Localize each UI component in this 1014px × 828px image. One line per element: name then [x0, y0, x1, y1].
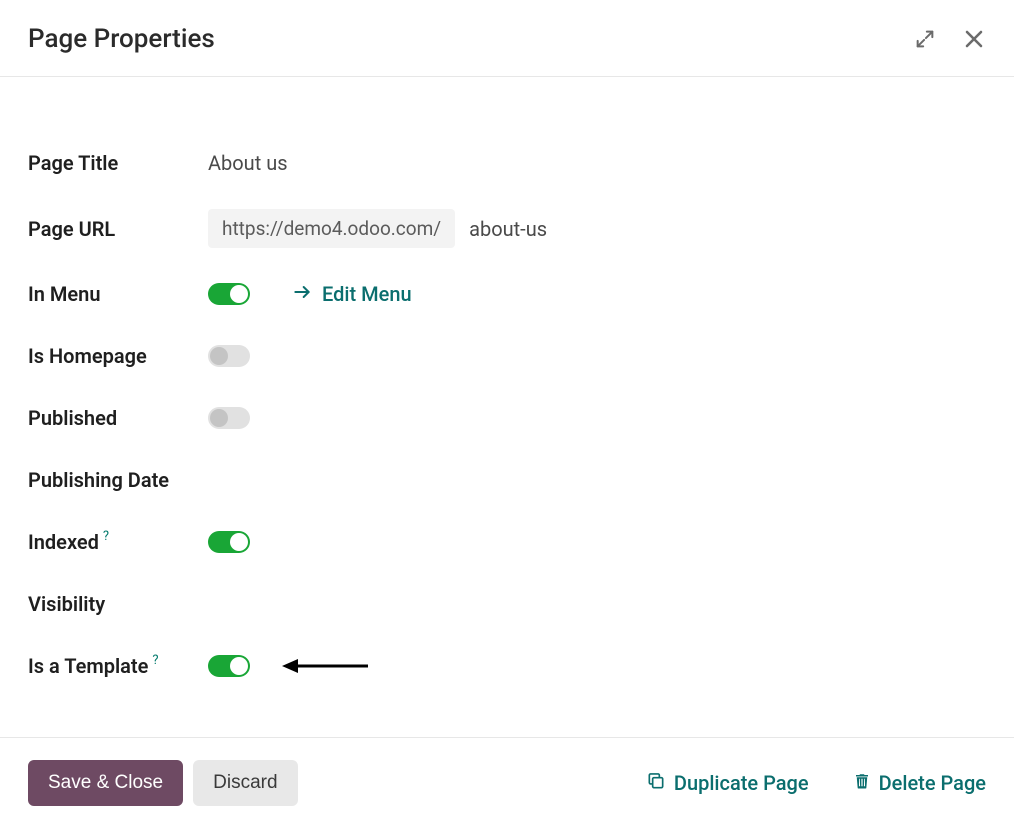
label-indexed-text: Indexed — [28, 530, 99, 554]
header-actions — [914, 27, 986, 51]
value-page-title[interactable]: About us — [208, 151, 288, 175]
toggle-in-menu[interactable] — [208, 283, 250, 305]
duplicate-page-link[interactable]: Duplicate Page — [646, 771, 809, 796]
label-is-homepage: Is Homepage — [28, 344, 208, 368]
row-is-homepage: Is Homepage — [28, 340, 986, 372]
label-page-title: Page Title — [28, 151, 208, 175]
close-icon[interactable] — [962, 27, 986, 51]
row-page-url: Page URL https://demo4.odoo.com/ about-u… — [28, 209, 986, 248]
url-prefix: https://demo4.odoo.com/ — [208, 209, 455, 248]
url-slug-input[interactable]: about-us — [469, 217, 547, 241]
help-icon[interactable]: ? — [152, 653, 158, 668]
label-in-menu: In Menu — [28, 282, 208, 306]
label-indexed: Indexed ? — [28, 530, 208, 554]
toggle-is-homepage[interactable] — [208, 345, 250, 367]
label-visibility: Visibility — [28, 592, 208, 616]
row-is-template: Is a Template ? — [28, 650, 986, 682]
toggle-published[interactable] — [208, 407, 250, 429]
label-publishing-date: Publishing Date — [28, 468, 208, 492]
edit-menu-link[interactable]: Edit Menu — [292, 282, 412, 307]
edit-menu-label: Edit Menu — [322, 282, 412, 306]
row-in-menu: In Menu Edit Menu — [28, 278, 986, 310]
label-is-template: Is a Template ? — [28, 654, 208, 678]
save-button[interactable]: Save & Close — [28, 760, 183, 806]
row-visibility: Visibility — [28, 588, 986, 620]
delete-page-link[interactable]: Delete Page — [853, 771, 986, 796]
annotation-arrow-icon — [282, 656, 368, 676]
row-page-title: Page Title About us — [28, 147, 986, 179]
trash-icon — [853, 771, 871, 796]
help-icon[interactable]: ? — [103, 529, 109, 544]
expand-icon[interactable] — [914, 28, 936, 50]
row-published: Published — [28, 402, 986, 434]
toggle-indexed[interactable] — [208, 531, 250, 553]
form-body: Page Title About us Page URL https://dem… — [0, 77, 1014, 742]
duplicate-page-label: Duplicate Page — [674, 771, 809, 795]
footer-left: Save & Close Discard — [28, 760, 298, 806]
delete-page-label: Delete Page — [879, 771, 986, 795]
row-indexed: Indexed ? — [28, 526, 986, 558]
toggle-is-template[interactable] — [208, 655, 250, 677]
footer-right: Duplicate Page Delete Page — [646, 771, 986, 796]
value-page-url: https://demo4.odoo.com/ about-us — [208, 209, 547, 248]
label-is-template-text: Is a Template — [28, 654, 148, 678]
modal-footer: Save & Close Discard Duplicate Page Dele… — [0, 737, 1014, 828]
label-page-url: Page URL — [28, 217, 208, 241]
modal-header: Page Properties — [0, 0, 1014, 77]
copy-icon — [646, 771, 666, 796]
discard-button[interactable]: Discard — [193, 760, 297, 806]
modal-title: Page Properties — [28, 24, 215, 54]
row-publishing-date: Publishing Date — [28, 464, 986, 496]
arrow-right-icon — [292, 282, 312, 307]
label-published: Published — [28, 406, 208, 430]
